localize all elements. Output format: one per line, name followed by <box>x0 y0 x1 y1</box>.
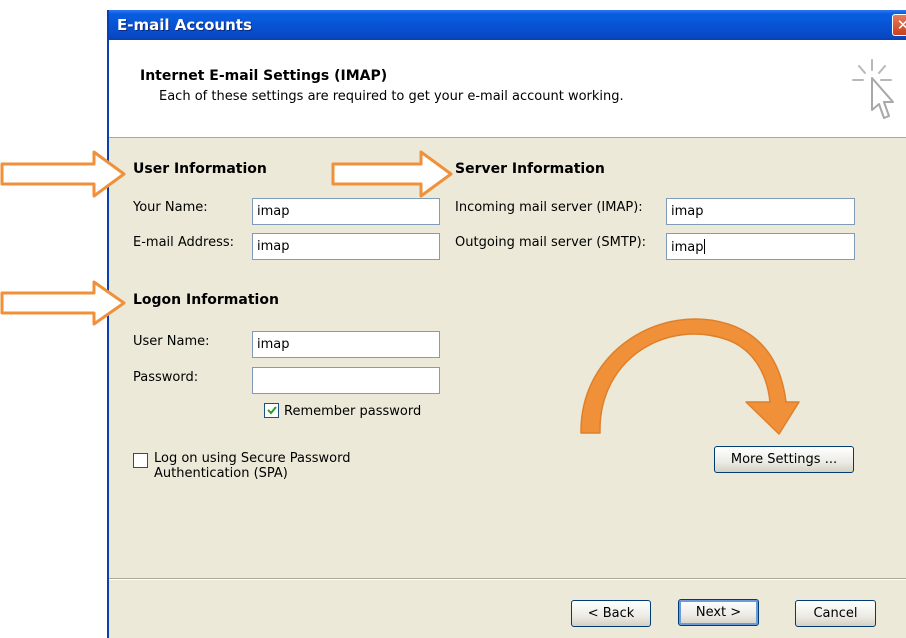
curved-arrow-more-settings-icon <box>580 318 800 435</box>
arrow-server-info-icon <box>331 150 453 198</box>
arrow-user-info-icon <box>0 150 126 198</box>
annotation-overlay <box>0 150 800 435</box>
arrow-logon-info-icon <box>0 280 126 326</box>
